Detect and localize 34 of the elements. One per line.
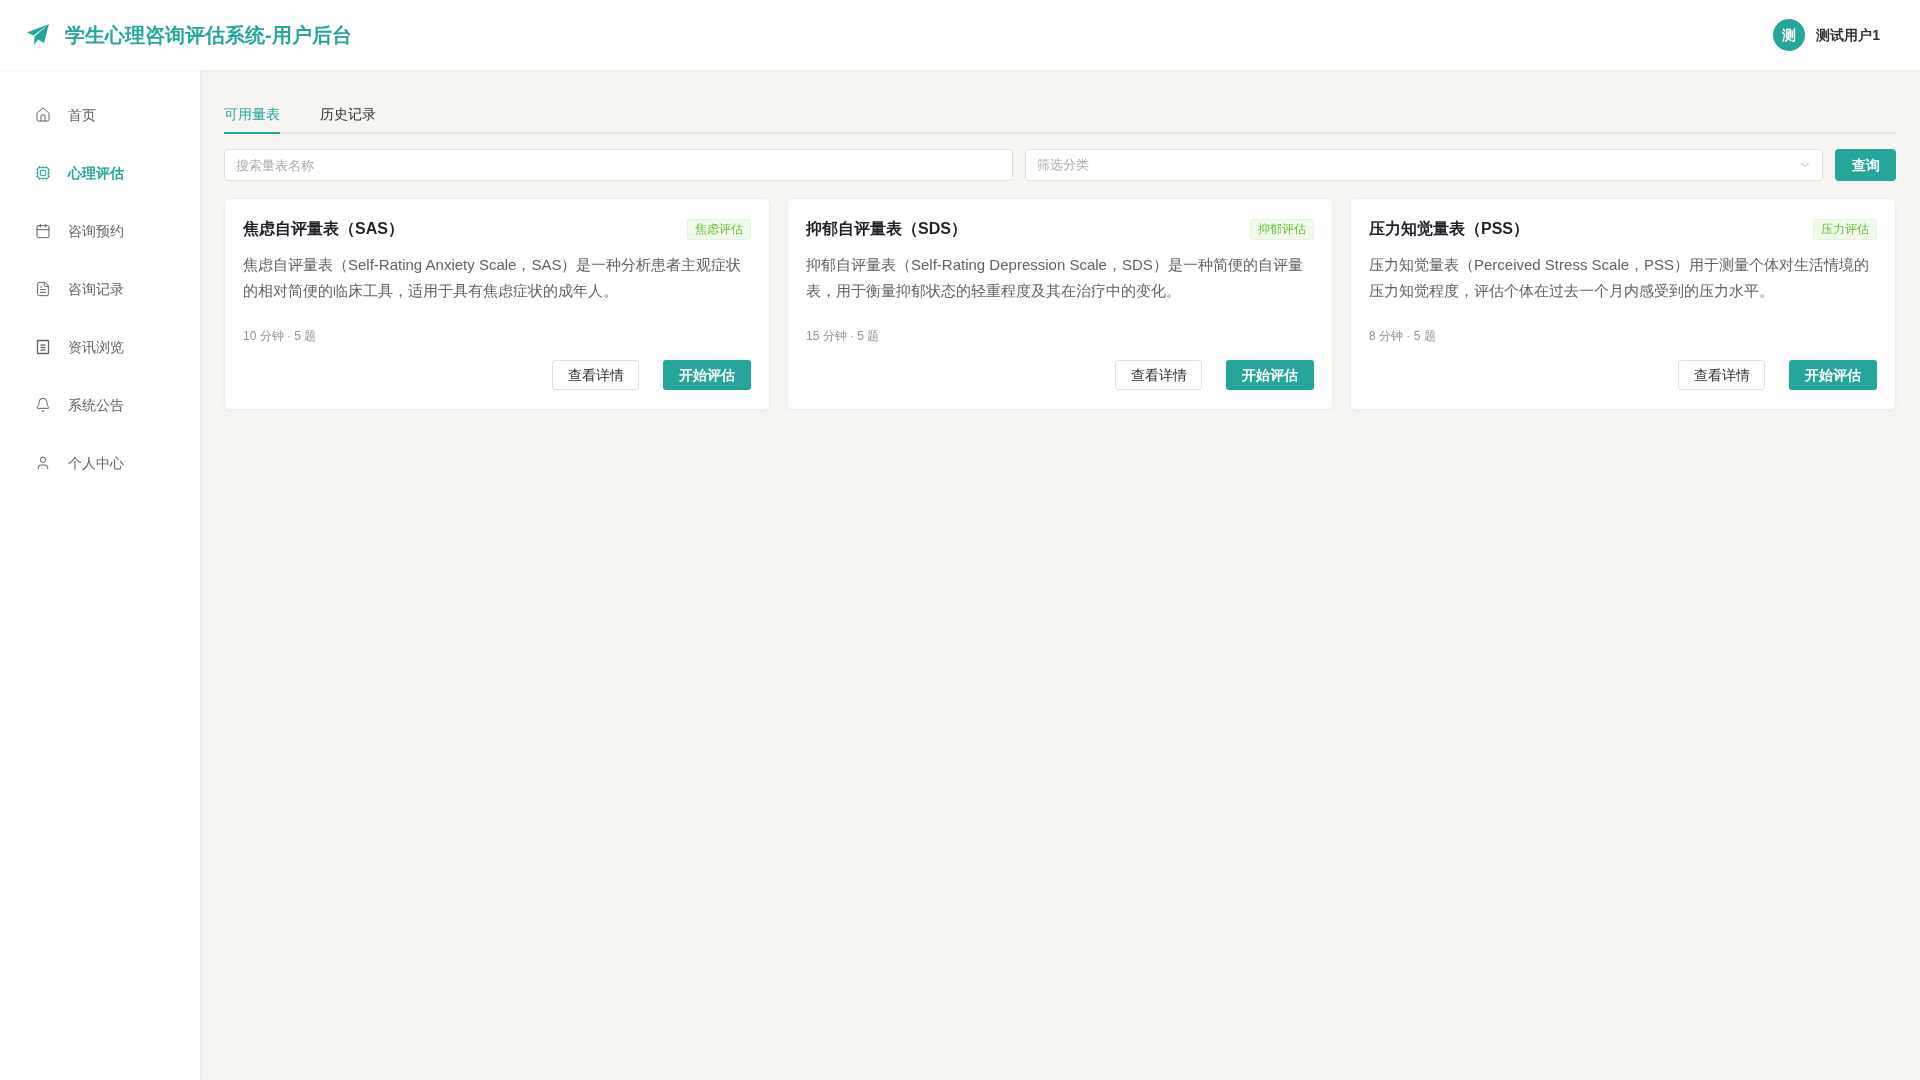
nav-item[interactable]: 系统公告 bbox=[0, 376, 200, 434]
details-button[interactable]: 查看详情 bbox=[552, 360, 639, 390]
card-meta: 10 分钟 · 5 题 bbox=[243, 328, 317, 345]
category-tag: 抑郁评估 bbox=[1250, 218, 1314, 240]
card-description: 压力知觉量表（Perceived Stress Scale，PSS）用于测量个体对生活情境的压力知觉程度，评估个体在过去一个月内感受到的压力水平。 bbox=[1369, 255, 1871, 301]
card-meta: 8 分钟 · 5 题 bbox=[1369, 328, 1436, 345]
user-avatar: 测 bbox=[1773, 19, 1806, 51]
card-title: 抑郁自评量表（SDS） bbox=[806, 219, 967, 239]
nav-item[interactable]: 资讯浏览 bbox=[0, 318, 200, 376]
house-icon bbox=[35, 107, 51, 123]
card-meta: 15 分钟 · 5 题 bbox=[806, 328, 880, 345]
nav-item[interactable]: 首页 bbox=[0, 86, 200, 144]
bell-icon bbox=[35, 397, 51, 413]
user-name: 测试用户1 bbox=[1816, 25, 1880, 45]
details-button[interactable]: 查看详情 bbox=[1678, 360, 1765, 390]
category-tag: 焦虑评估 bbox=[687, 218, 751, 240]
chip-icon bbox=[35, 165, 51, 181]
user-icon bbox=[35, 455, 51, 471]
notepad-icon bbox=[35, 339, 51, 355]
card-title: 焦虑自评量表（SAS） bbox=[243, 219, 404, 239]
card-description: 抑郁自评量表（Self-Rating Depression Scale，SDS）是一种简便的自评量表，用于衡量抑郁状态的轻重程度及其在治疗中的变化。 bbox=[806, 255, 1304, 301]
search-field[interactable]: 搜索量表名称 bbox=[224, 149, 1013, 181]
card-description: 焦虑自评量表（Self-Rating Anxiety Scale，SAS）是一种分析患者主观症状的相对简便的临床工具，适用于具有焦虑症状的成年人。 bbox=[243, 255, 743, 301]
card-title: 压力知觉量表（PSS） bbox=[1369, 219, 1529, 239]
calendar-icon bbox=[35, 223, 51, 239]
nav-item[interactable]: 咨询记录 bbox=[0, 260, 200, 318]
paper-plane-icon bbox=[26, 23, 50, 47]
category-tag: 压力评估 bbox=[1813, 218, 1877, 240]
nav-item[interactable]: 咨询预约 bbox=[0, 202, 200, 260]
nav-item[interactable]: 个人中心 bbox=[0, 434, 200, 492]
details-button[interactable]: 查看详情 bbox=[1115, 360, 1202, 390]
document-icon bbox=[35, 281, 51, 297]
app-title: 学生心理咨询评估系统-用户后台 bbox=[65, 23, 352, 48]
tab[interactable]: 历史记录 bbox=[320, 96, 376, 134]
